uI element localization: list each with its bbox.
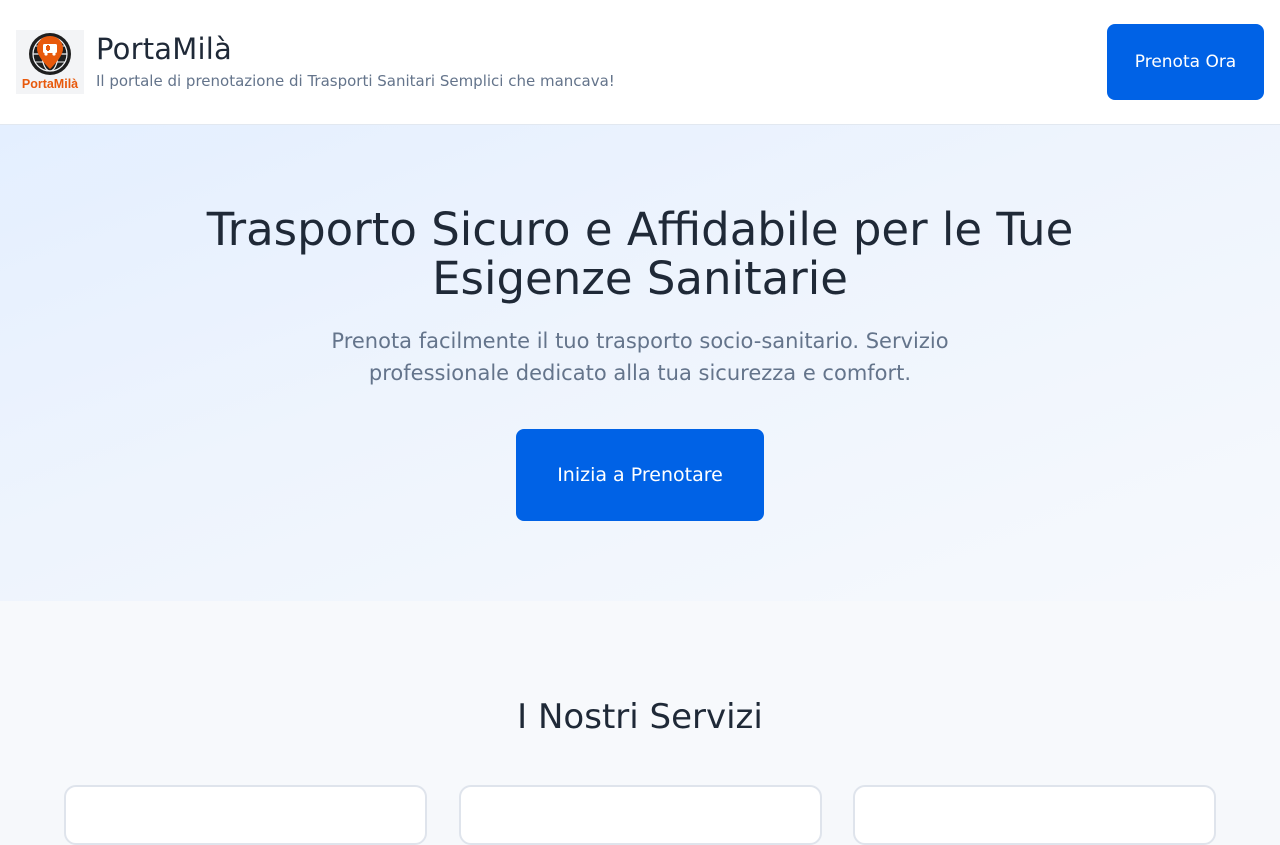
- ambulance-pin-globe-icon: PortaMilà: [22, 33, 78, 91]
- logo-wordmark: PortaMilà: [22, 77, 78, 91]
- brand-tagline: Il portale di prenotazione di Trasporti …: [96, 72, 615, 90]
- brand-text: PortaMilà Il portale di prenotazione di …: [96, 32, 615, 91]
- prenota-ora-button[interactable]: Prenota Ora: [1107, 24, 1264, 100]
- brand[interactable]: PortaMilà PortaMilà Il portale di prenot…: [16, 30, 615, 94]
- hero-section: Trasporto Sicuro e Affidabile per le Tue…: [0, 125, 1280, 601]
- services-section: I Nostri Servizi: [0, 601, 1280, 845]
- service-card[interactable]: [853, 785, 1216, 845]
- hero-title: Trasporto Sicuro e Affidabile per le Tue…: [206, 203, 1074, 305]
- logo[interactable]: PortaMilà: [16, 30, 84, 94]
- service-card[interactable]: [459, 785, 822, 845]
- hero-subtitle: Prenota facilmente il tuo trasporto soci…: [331, 329, 949, 385]
- services-title: I Nostri Servizi: [517, 697, 763, 737]
- start-booking-button[interactable]: Inizia a Prenotare: [516, 429, 764, 521]
- service-card[interactable]: [64, 785, 427, 845]
- brand-name[interactable]: PortaMilà: [96, 32, 615, 66]
- site-header: PortaMilà PortaMilà Il portale di prenot…: [0, 0, 1280, 125]
